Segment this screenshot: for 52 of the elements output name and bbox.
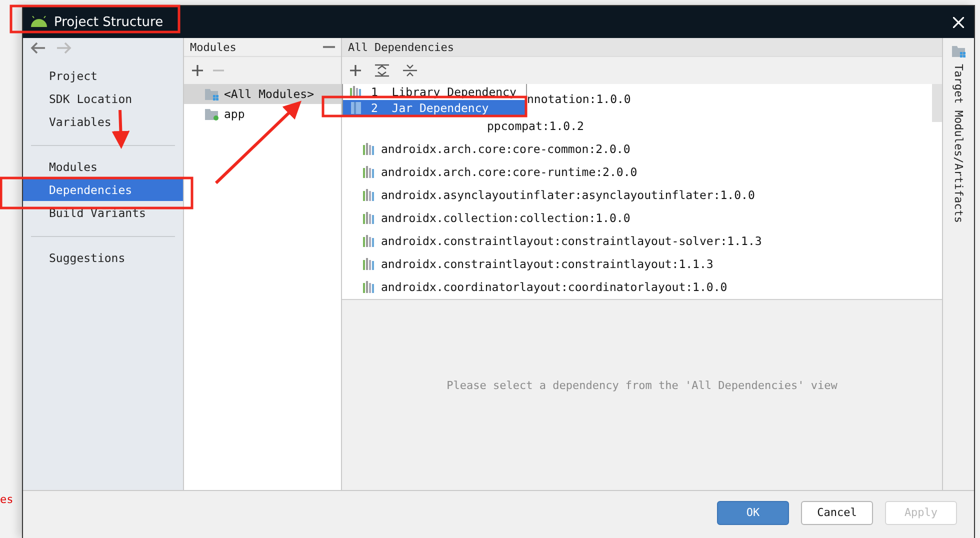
library-icon [362, 234, 376, 248]
library-icon [362, 164, 376, 178]
minimize-icon[interactable] [323, 45, 335, 49]
library-icon [362, 256, 376, 270]
dependency-item[interactable]: androidx.asynclayoutinflater:asynclayoutinflater:1.0.0 [381, 188, 755, 202]
library-icon [362, 210, 376, 224]
sidebar-item[interactable]: Suggestions [23, 246, 183, 269]
dependency-item[interactable]: ppcompat:1.0.2 [487, 118, 584, 132]
background-text: es [0, 493, 14, 506]
library-icon [362, 142, 376, 156]
folder-icon [204, 107, 220, 121]
sidebar-item[interactable]: Modules [23, 155, 183, 178]
expand-all-button[interactable] [373, 62, 391, 79]
module-item[interactable]: app [184, 104, 341, 124]
panel-title: All Dependencies [348, 40, 454, 54]
module-item[interactable]: <All Modules> [184, 84, 341, 104]
plus-icon [350, 65, 361, 76]
expand-all-icon [375, 64, 389, 77]
add-button[interactable] [348, 63, 363, 78]
dependency-item[interactable]: androidx.arch.core:core-runtime:2.0.0 [381, 164, 638, 178]
annotation-arrow [112, 110, 130, 149]
window-title: Project Structure [54, 14, 164, 30]
collapse-all-button[interactable] [401, 62, 419, 79]
sidebar-item[interactable]: Variables [23, 110, 183, 133]
side-tab[interactable]: Target Modules/Artifacts [952, 64, 965, 223]
dependency-item[interactable]: androidx.constraintlayout:constraintlayout-solver:1.1.3 [381, 234, 762, 248]
folder-icon [204, 87, 220, 101]
close-icon[interactable] [953, 16, 964, 28]
menu-item[interactable]: 2 Jar Dependency [343, 100, 526, 116]
panel-title: Modules [190, 40, 236, 54]
dependency-item[interactable]: androidx.collection:collection:1.0.0 [381, 210, 630, 224]
dependency-item[interactable]: androidx.arch.core:core-common:2.0.0 [381, 142, 630, 156]
dependency-item[interactable]: androidx.constraintlayout:constraintlayout:1.1.3 [381, 256, 714, 270]
dialog-button[interactable]: OK [717, 500, 789, 524]
add-button[interactable] [190, 63, 205, 78]
dependency-item[interactable]: androidx.coordinatorlayout:coordinatorlayout:1.0.0 [381, 280, 728, 294]
sidebar-item[interactable]: SDK Location [23, 87, 183, 110]
android-icon [30, 16, 48, 28]
empty-message: Please select a dependency from the 'All Dependencies' view [446, 378, 838, 392]
library-icon [349, 85, 363, 99]
plus-icon [192, 65, 203, 76]
back-arrow-icon[interactable] [30, 42, 46, 54]
folder-icon [950, 44, 966, 58]
sidebar-item[interactable]: Project [23, 64, 183, 87]
dependency-item[interactable]: nnotation:1.0.0 [527, 92, 631, 106]
collapse-all-icon [403, 64, 417, 77]
dialog-button[interactable]: Cancel [801, 500, 873, 524]
sidebar-item[interactable]: Dependencies [23, 178, 183, 201]
jar-icon [349, 101, 363, 115]
library-icon [362, 188, 376, 202]
scrollbar[interactable] [932, 84, 942, 122]
library-icon [362, 280, 376, 294]
